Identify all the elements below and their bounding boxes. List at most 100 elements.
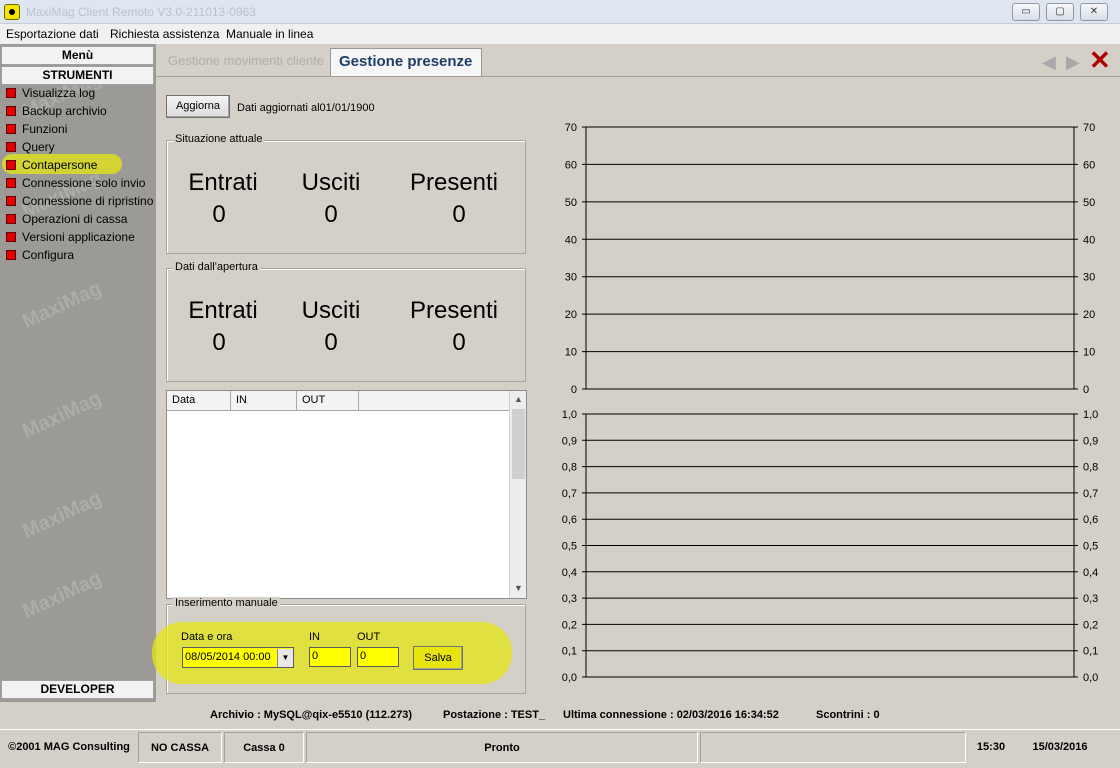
y-tick-label-left: 20 — [565, 309, 577, 321]
watermark: MaxiMag — [19, 277, 105, 333]
sidebar-item-funzioni[interactable]: Funzioni — [6, 121, 154, 139]
current-situation-group: Situazione attuale Entrati Usciti Presen… — [166, 133, 526, 254]
y-tick-label-right: 30 — [1083, 272, 1095, 284]
chevron-down-icon[interactable]: ▼ — [277, 649, 293, 667]
status-extra — [700, 732, 966, 763]
y-tick-label-left: 1,0 — [562, 409, 577, 421]
strumenti-header[interactable]: STRUMENTI — [1, 66, 154, 85]
y-tick-label-right: 50 — [1083, 197, 1095, 209]
cassa-cell: Cassa 0 — [224, 732, 304, 763]
item-marker-icon — [6, 88, 16, 98]
sidebar-item-contapersone[interactable]: Contapersone — [6, 157, 154, 175]
prev-arrow-icon[interactable]: ◀ — [1042, 52, 1056, 73]
minimize-button[interactable]: ▭ — [1012, 3, 1040, 21]
watermark: MaxiMag — [19, 387, 105, 443]
column-header-in[interactable]: IN — [231, 391, 297, 411]
item-marker-icon — [6, 214, 16, 224]
y-tick-label-left: 0,5 — [562, 541, 577, 553]
y-tick-label-left: 40 — [565, 234, 577, 246]
y-tick-label-left: 0,1 — [562, 646, 577, 658]
sidebar-item-backup-archivio[interactable]: Backup archivio — [6, 103, 154, 121]
postazione-info: Postazione : TEST_ — [443, 709, 546, 721]
item-marker-icon — [6, 106, 16, 116]
tab-gestione-presenze[interactable]: Gestione presenze — [330, 48, 482, 76]
archivio-info: Archivio : MySQL@qix-e5510 (112.273) — [210, 709, 413, 721]
sidebar-item-visualizza-log[interactable]: Visualizza log — [6, 85, 154, 103]
sidebar-item-operazioni-cassa[interactable]: Operazioni di cassa — [6, 211, 154, 229]
entrati-label: Entrati — [188, 297, 258, 324]
item-marker-icon — [6, 196, 16, 206]
y-tick-label-right: 0 — [1083, 384, 1089, 396]
window-close-button[interactable]: ✕ — [1080, 3, 1108, 21]
movements-list[interactable]: Data IN OUT ▲ ▼ — [166, 390, 527, 599]
developer-header[interactable]: DEVELOPER — [1, 680, 154, 699]
updated-text: Dati aggiornati al01/01/1900 — [237, 102, 375, 114]
y-tick-label-right: 1,0 — [1083, 409, 1098, 421]
window-title: MaxiMag Client Remoto V3.0-211013-0963 — [26, 5, 256, 19]
app-icon[interactable] — [4, 4, 20, 20]
y-tick-label-left: 0,0 — [562, 672, 577, 684]
scroll-thumb[interactable] — [512, 409, 525, 479]
ultima-connessione-info: Ultima connessione : 02/03/2016 16:34:52 — [563, 709, 779, 721]
sidebar-item-configura[interactable]: Configura — [6, 247, 154, 265]
in-field[interactable]: 0 — [309, 647, 351, 667]
out-field[interactable]: 0 — [357, 647, 399, 667]
next-arrow-icon[interactable]: ▶ — [1066, 52, 1080, 73]
sidebar-item-versioni-applicazione[interactable]: Versioni applicazione — [6, 229, 154, 247]
close-tab-icon[interactable]: ✕ — [1089, 46, 1111, 74]
scroll-down-icon[interactable]: ▼ — [514, 583, 523, 593]
item-marker-icon — [6, 178, 16, 188]
save-button[interactable]: Salva — [413, 646, 463, 670]
column-header-data[interactable]: Data — [167, 391, 231, 411]
y-tick-label-left: 0,2 — [562, 619, 577, 631]
entrati-label: Entrati — [188, 169, 258, 196]
menu-esportazione-dati[interactable]: Esportazione dati — [6, 27, 99, 41]
group-title: Situazione attuale — [173, 133, 265, 145]
y-tick-label-left: 70 — [565, 122, 577, 134]
usciti-value: 0 — [324, 201, 338, 228]
watermark: MaxiMag — [19, 487, 105, 543]
item-marker-icon — [6, 232, 16, 242]
menu-manuale-in-linea[interactable]: Manuale in linea — [226, 27, 313, 41]
y-tick-label-left: 0,6 — [562, 514, 577, 526]
sidebar-item-query[interactable]: Query — [6, 139, 154, 157]
usciti-label: Usciti — [301, 169, 361, 196]
y-tick-label-left: 0,7 — [562, 488, 577, 500]
y-tick-label-right: 0,6 — [1083, 514, 1098, 526]
menu-bar: Esportazione dati Richiesta assistenza M… — [0, 24, 1120, 44]
tab-divider — [156, 76, 1120, 77]
entrati-value: 0 — [212, 329, 226, 356]
status-text: Pronto — [306, 732, 698, 763]
group-title: Dati dall'apertura — [173, 261, 260, 273]
sidebar-item-connessione-solo-invio[interactable]: Connessione solo invio — [6, 175, 154, 193]
tab-gestione-movimenti-cliente[interactable]: Gestione movimenti cliente — [160, 48, 332, 76]
out-label: OUT — [357, 631, 381, 643]
group-title: Inserimento manuale — [173, 597, 280, 609]
sidebar-item-connessione-ripristino[interactable]: Connessione di ripristino — [6, 193, 154, 211]
status-bar: ©2001 MAG Consulting NO CASSA Cassa 0 Pr… — [0, 729, 1120, 765]
item-marker-icon — [6, 124, 16, 134]
scroll-up-icon[interactable]: ▲ — [514, 394, 523, 404]
usciti-value: 0 — [324, 329, 338, 356]
y-tick-label-right: 0,3 — [1083, 593, 1098, 605]
y-tick-label-right: 0,7 — [1083, 488, 1098, 500]
menu-header[interactable]: Menù — [1, 46, 154, 65]
refresh-button[interactable]: Aggiorna — [166, 95, 230, 118]
usciti-label: Usciti — [301, 297, 361, 324]
y-tick-label-left: 0,3 — [562, 593, 577, 605]
list-scrollbar[interactable]: ▲ ▼ — [509, 391, 526, 598]
column-header-out[interactable]: OUT — [297, 391, 359, 411]
y-tick-label-right: 0,2 — [1083, 619, 1098, 631]
y-tick-label-left: 0,9 — [562, 435, 577, 447]
date-time-picker[interactable]: 08/05/2014 00:00 ▼ — [182, 647, 294, 668]
y-tick-label-left: 60 — [565, 159, 577, 171]
maximize-button[interactable]: ▢ — [1046, 3, 1074, 21]
y-tick-label-right: 0,1 — [1083, 646, 1098, 658]
presenti-value: 0 — [452, 329, 466, 356]
presenti-value: 0 — [452, 201, 466, 228]
menu-richiesta-assistenza[interactable]: Richiesta assistenza — [110, 27, 219, 41]
y-tick-label-left: 10 — [565, 347, 577, 359]
y-tick-label-left: 30 — [565, 272, 577, 284]
item-marker-icon — [6, 250, 16, 260]
column-header-empty — [359, 391, 510, 411]
